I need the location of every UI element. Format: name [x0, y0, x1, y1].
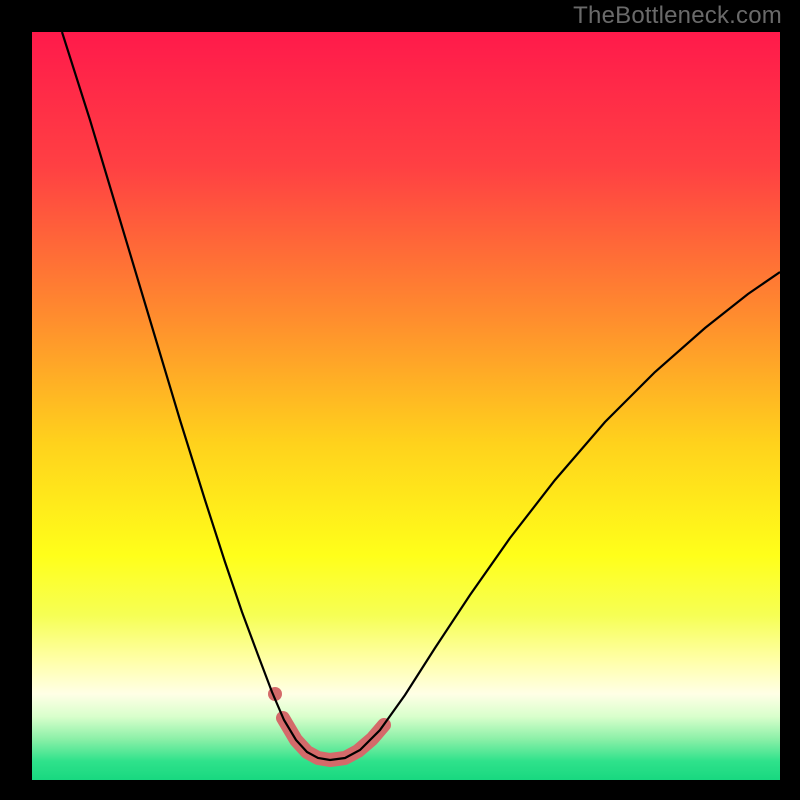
watermark-text: TheBottleneck.com: [573, 2, 782, 30]
plot-background: [32, 32, 780, 780]
chart-frame: TheBottleneck.com: [0, 0, 800, 800]
bottleneck-chart: [0, 0, 800, 800]
